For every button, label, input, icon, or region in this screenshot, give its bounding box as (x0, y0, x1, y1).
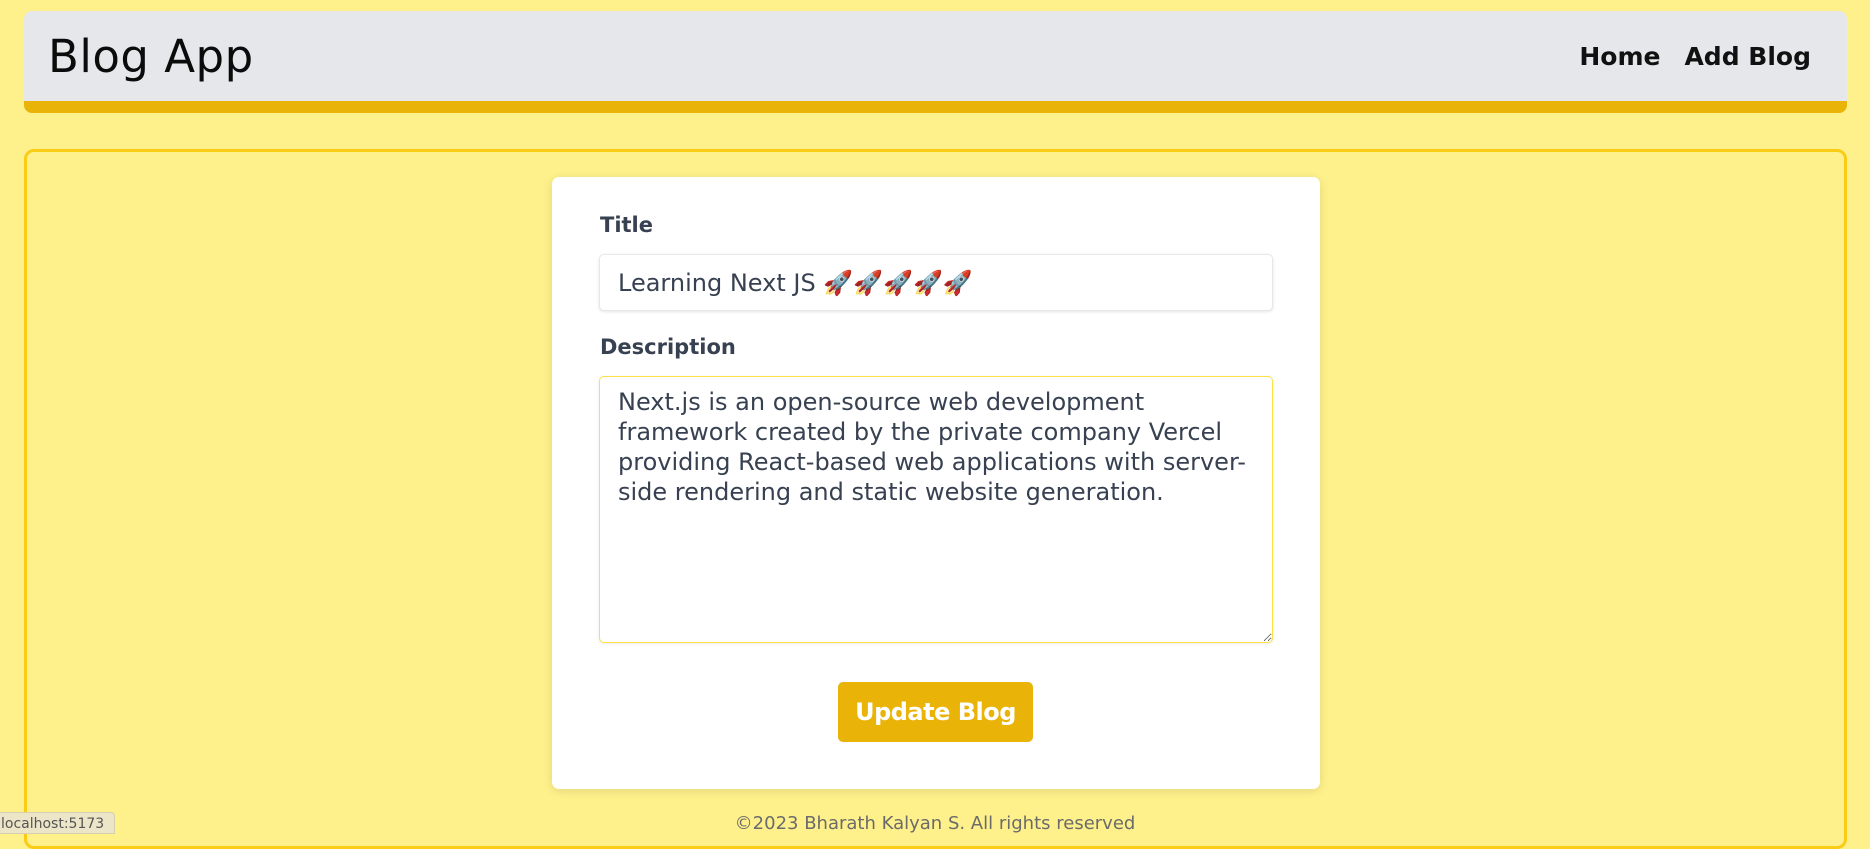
navbar: Blog App Home Add Blog (24, 11, 1847, 113)
footer-copyright: ©2023 Bharath Kalyan S. All rights reser… (734, 813, 1136, 834)
description-label: Description (600, 335, 736, 359)
nav-links: Home Add Blog (1579, 42, 1811, 71)
update-blog-button[interactable]: Update Blog (838, 682, 1033, 742)
title-input[interactable] (599, 254, 1273, 311)
status-bar-url: localhost:5173 (0, 812, 116, 834)
title-label: Title (600, 213, 654, 237)
edit-blog-card: Title Description Next.js is an open-sou… (552, 177, 1320, 789)
description-textarea[interactable]: Next.js is an open-source web developmen… (599, 376, 1273, 643)
nav-link-add-blog[interactable]: Add Blog (1684, 42, 1811, 71)
brand-title[interactable]: Blog App (48, 30, 254, 83)
nav-link-home[interactable]: Home (1579, 42, 1660, 71)
